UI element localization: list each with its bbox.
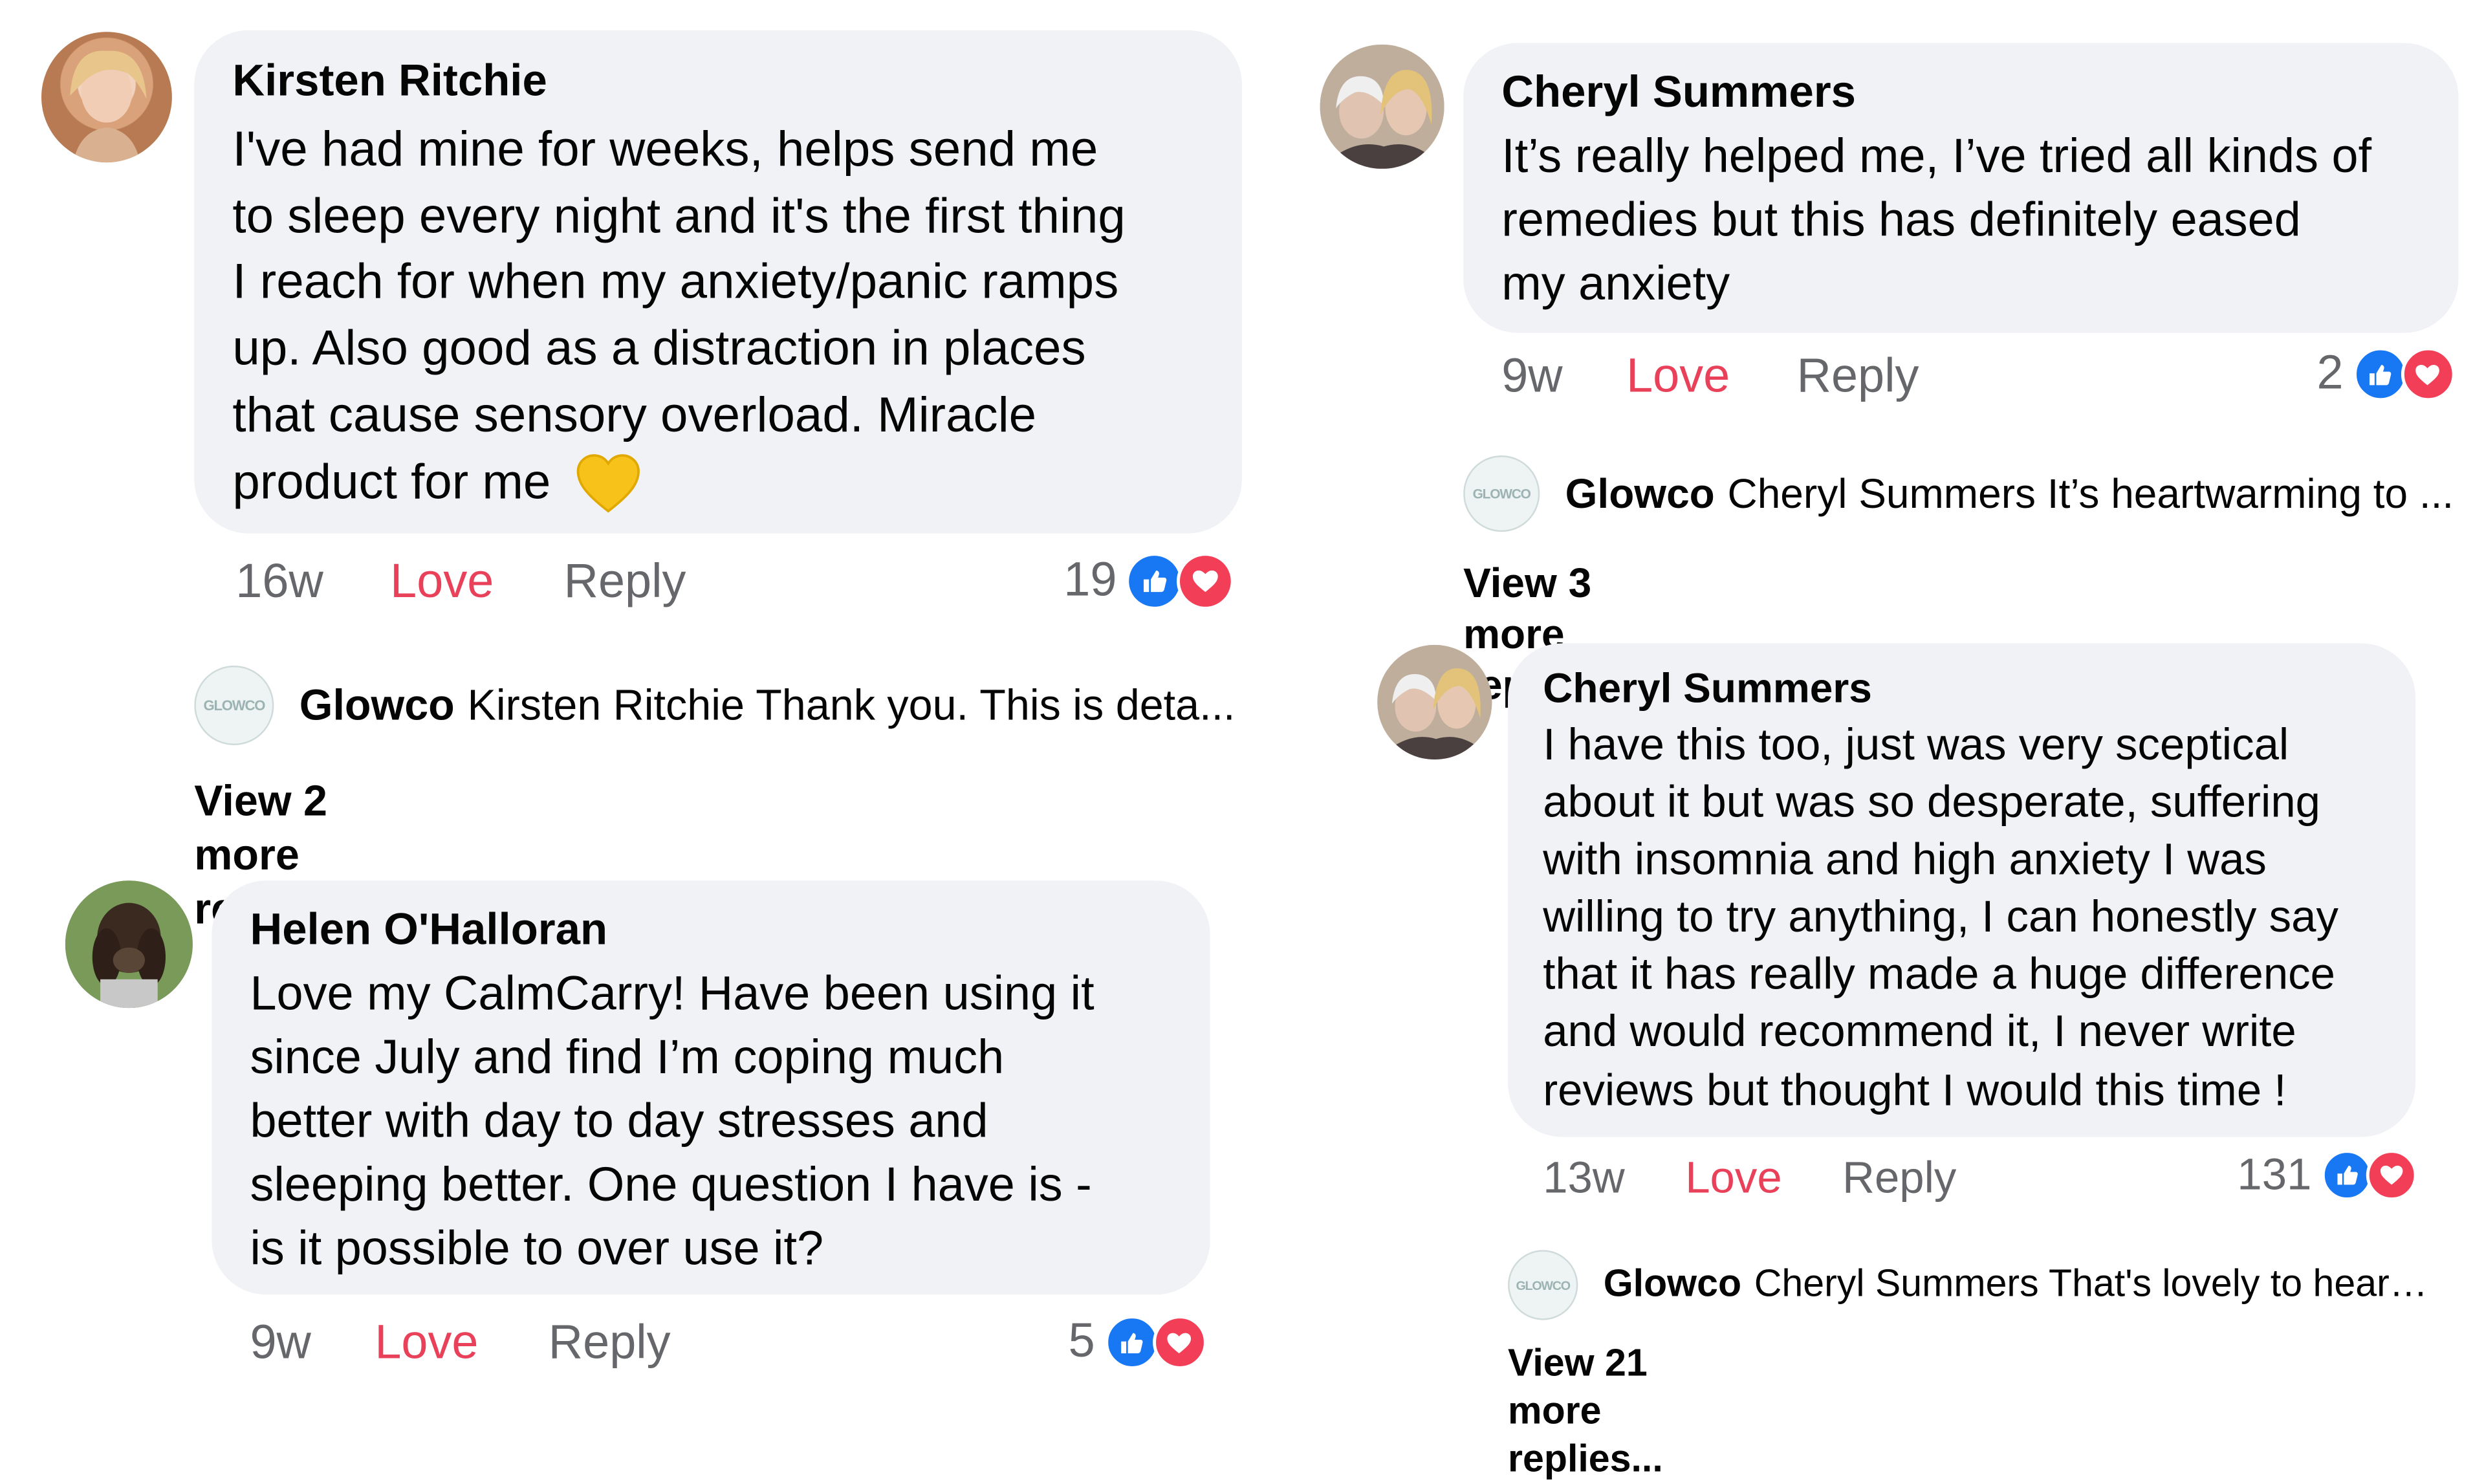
love-button[interactable]: Love [375, 1317, 478, 1371]
comment-text: I have this too, just was very sceptical… [1543, 717, 2380, 1119]
comment-line: I reach for when my anxiety/panic ramps [232, 254, 1119, 310]
heart-reaction-icon [2366, 1150, 2417, 1201]
reaction-summary[interactable]: 2 [2316, 344, 2455, 405]
reply-preview[interactable]: GLOWCO Glowco Kirsten Ritchie Thank you.… [194, 665, 1261, 745]
comment-text: It’s really helped me, I’ve tried all ki… [1501, 125, 2420, 316]
comment-line: I have this too, just was very sceptical [1543, 719, 2289, 769]
reply-preview[interactable]: GLOWCO Glowco Cheryl Summers That's love… [1508, 1250, 2432, 1320]
comment-time[interactable]: 9w [250, 1317, 310, 1371]
yellow-heart-icon [576, 454, 639, 514]
comment-line: since July and find I’m coping much [250, 1032, 1005, 1085]
glowco-logo: GLOWCO [1508, 1250, 1578, 1320]
love-button[interactable]: Love [390, 556, 494, 610]
glowco-logo: GLOWCO [194, 665, 274, 745]
heart-reaction-icon [2401, 347, 2455, 402]
comment-line: to sleep every night and it's the first … [232, 187, 1126, 243]
reaction-summary[interactable]: 5 [1068, 1312, 1207, 1373]
reply-author[interactable]: Glowco [1565, 469, 1715, 518]
reaction-summary[interactable]: 19 [1063, 551, 1235, 612]
comment-text: Love my CalmCarry! Have been using it si… [250, 963, 1171, 1282]
reply-author[interactable]: Glowco [300, 681, 455, 730]
like-icon [2353, 347, 2408, 402]
comment-time[interactable]: 9w [1501, 351, 1562, 405]
comment-line: sleeping better. One question I have is … [250, 1159, 1092, 1212]
comment-bubble: Cheryl Summers It’s really helped me, I’… [1463, 43, 2459, 333]
comment-author[interactable]: Kirsten Ritchie [232, 52, 1204, 110]
comment-actions: 9w Love Reply [250, 1312, 670, 1375]
comment-line: that it has really made a huge differenc… [1543, 949, 2335, 999]
comment-bubble: Helen O'Halloran Love my CalmCarry! Have… [212, 880, 1210, 1295]
comment-actions: 16w Love Reply [235, 551, 686, 615]
reaction-count: 19 [1063, 554, 1117, 607]
comment-line: reviews but thought I would this time ! [1543, 1064, 2287, 1114]
reply-author[interactable]: Glowco [1604, 1263, 1741, 1307]
comment-line: with insomnia and high anxiety I was [1543, 835, 2267, 884]
reaction-count: 5 [1068, 1315, 1095, 1368]
avatar[interactable] [41, 32, 172, 163]
comment-line: product for me [232, 453, 551, 509]
like-icon [1126, 552, 1184, 610]
comment-line: Love my CalmCarry! Have been using it [250, 968, 1095, 1021]
love-button[interactable]: Love [1685, 1153, 1781, 1204]
reply-button[interactable]: Reply [1797, 351, 1919, 405]
view-more-replies-link[interactable]: View 21 more replies... [1508, 1341, 1663, 1484]
comment-line: is it possible to over use it? [250, 1223, 824, 1276]
like-icon [2321, 1150, 2372, 1201]
comment-author[interactable]: Cheryl Summers [1501, 65, 2420, 120]
reply-button[interactable]: Reply [1842, 1153, 1956, 1204]
heart-reaction-icon [1177, 552, 1235, 610]
reply-preview[interactable]: GLOWCO Glowco Cheryl Summers It’s heartw… [1463, 455, 2467, 532]
avatar-photo-icon [65, 880, 193, 1009]
comment-actions: 13w Love Reply [1543, 1148, 1956, 1209]
comment-actions: 9w Love Reply [1501, 345, 1919, 409]
comment-author[interactable]: Helen O'Halloran [250, 903, 1171, 957]
reaction-count: 2 [2316, 347, 2344, 400]
heart-reaction-icon [1152, 1315, 1207, 1369]
like-icon [1104, 1315, 1159, 1369]
comment-line: about it but was so desperate, suffering [1543, 777, 2321, 827]
reply-button[interactable]: Reply [549, 1317, 671, 1371]
comment-author[interactable]: Cheryl Summers [1543, 662, 2380, 714]
comments-screenshot: Kirsten Ritchie I've had mine for weeks,… [0, 0, 2484, 1481]
reply-button[interactable]: Reply [564, 556, 686, 610]
avatar[interactable] [1320, 44, 1444, 169]
comment-line: my anxiety [1501, 257, 1730, 311]
reaction-summary[interactable]: 131 [2237, 1146, 2417, 1204]
comment-line: up. Also good as a distraction in places [232, 320, 1086, 376]
comment-time[interactable]: 13w [1543, 1153, 1624, 1204]
comment-line: remedies but this has definitely eased [1501, 194, 2301, 247]
avatar-photo-icon [1320, 44, 1444, 169]
avatar[interactable] [1377, 644, 1492, 760]
reply-text: Cheryl Summers That's lovely to hear! ..… [1754, 1262, 2432, 1306]
love-button[interactable]: Love [1626, 351, 1730, 405]
comment-line: better with day to day stresses and [250, 1095, 988, 1148]
avatar-photo-icon [70, 50, 147, 163]
comment-line: and would recommend it, I never write [1543, 1007, 2296, 1057]
glowco-logo: GLOWCO [1463, 455, 1540, 532]
comment-bubble: Kirsten Ritchie I've had mine for weeks,… [194, 30, 1242, 534]
comment-line: I've had mine for weeks, helps send me [232, 121, 1098, 177]
comment-text: I've had mine for weeks, helps send me t… [232, 116, 1204, 515]
reply-text: Cheryl Summers It’s heartwarming to ... [1727, 468, 2454, 517]
reply-text: Kirsten Ritchie Thank you. This is deta.… [467, 681, 1236, 729]
comment-line: that cause sensory overload. Miracle [232, 386, 1037, 442]
reaction-count: 131 [2237, 1150, 2312, 1199]
avatar[interactable] [65, 880, 193, 1009]
comment-line: It’s really helped me, I’ve tried all ki… [1501, 130, 2372, 184]
avatar-photo-icon [1377, 644, 1492, 760]
comment-line: willing to try anything, I can honestly … [1543, 892, 2338, 942]
comment-bubble: Cheryl Summers I have this too, just was… [1508, 643, 2416, 1137]
comment-time[interactable]: 16w [235, 556, 323, 610]
